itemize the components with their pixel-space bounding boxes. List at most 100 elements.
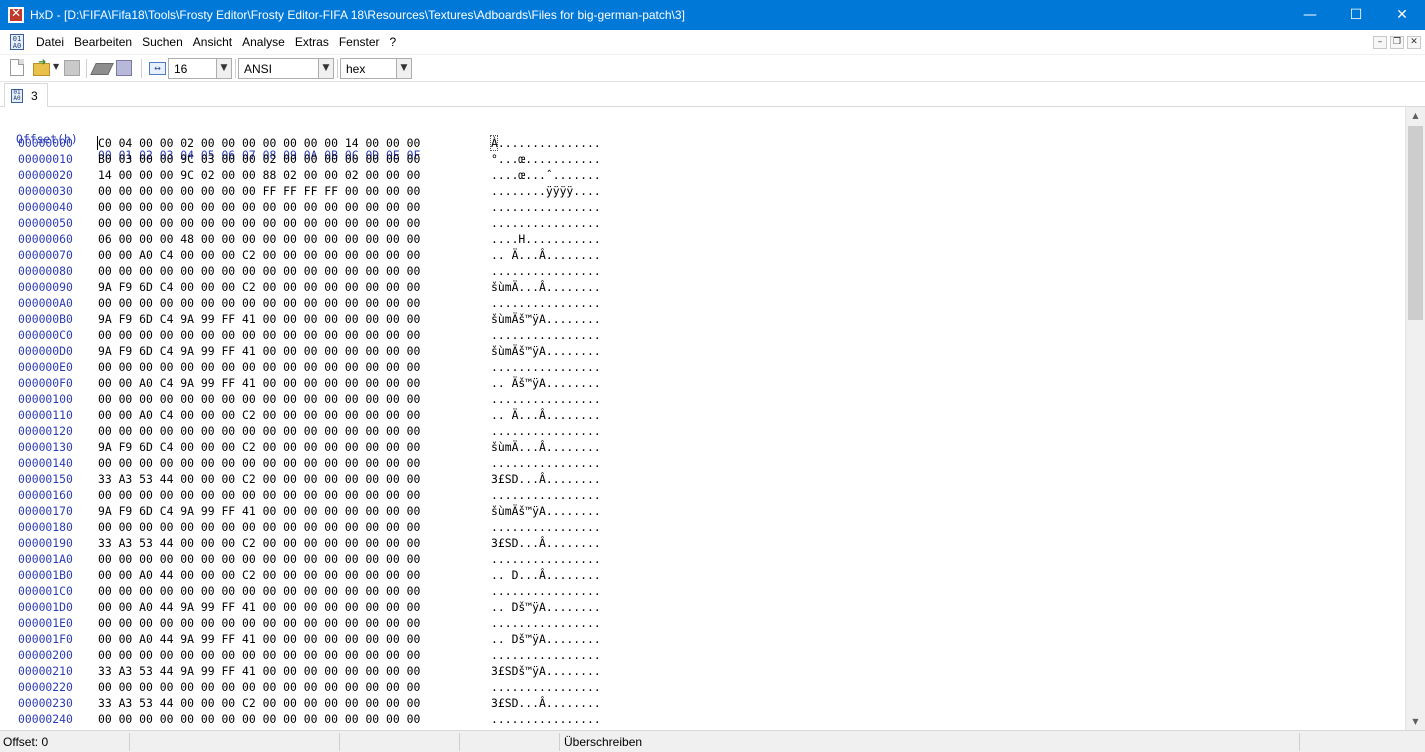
row-ascii-text[interactable]: 3£SD...Â........ [491, 695, 601, 711]
row-ascii-text[interactable]: ................ [491, 679, 601, 695]
row-ascii-text[interactable]: ................ [491, 615, 601, 631]
row-hex-bytes[interactable]: C0 04 00 00 02 00 00 00 00 00 00 00 14 0… [98, 135, 420, 151]
status-edit-mode[interactable]: Überschreiben [564, 734, 642, 751]
scrollbar-thumb[interactable] [1408, 126, 1423, 320]
chevron-down-icon[interactable]: ▼ [396, 59, 411, 78]
menu-bearbeiten[interactable]: Bearbeiten [69, 35, 137, 49]
row-ascii-text[interactable]: .. Dš™ÿA........ [491, 631, 601, 647]
row-hex-bytes[interactable]: 14 00 00 00 9C 02 00 00 88 02 00 00 02 0… [98, 167, 420, 183]
menu-suchen[interactable]: Suchen [137, 35, 188, 49]
menu-analyse[interactable]: Analyse [237, 35, 290, 49]
row-hex-bytes[interactable]: 00 00 00 00 00 00 00 00 00 00 00 00 00 0… [98, 551, 420, 567]
document-system-icon[interactable]: 01 A0 [10, 34, 24, 50]
row-hex-bytes[interactable]: 00 00 00 00 00 00 00 00 00 00 00 00 00 0… [98, 391, 420, 407]
row-ascii-text[interactable]: ....œ...ˆ....... [491, 167, 601, 183]
menu-ansicht[interactable]: Ansicht [188, 35, 237, 49]
row-ascii-text[interactable]: 3£SD...Â........ [491, 471, 601, 487]
row-hex-bytes[interactable]: 00 00 00 00 00 00 00 00 00 00 00 00 00 0… [98, 215, 420, 231]
row-ascii-text[interactable]: .. Dš™ÿA........ [491, 599, 601, 615]
row-ascii-text[interactable]: .. Ä...Â........ [491, 407, 601, 423]
row-hex-bytes[interactable]: 00 00 A0 C4 00 00 00 C2 00 00 00 00 00 0… [98, 247, 420, 263]
row-hex-bytes[interactable]: 00 00 A0 44 9A 99 FF 41 00 00 00 00 00 0… [98, 631, 420, 647]
row-hex-bytes[interactable]: 00 00 00 00 00 00 00 00 00 00 00 00 00 0… [98, 487, 420, 503]
row-hex-bytes[interactable]: 33 A3 53 44 00 00 00 C2 00 00 00 00 00 0… [98, 695, 420, 711]
row-hex-bytes[interactable]: 00 00 00 00 00 00 00 00 00 00 00 00 00 0… [98, 295, 420, 311]
row-ascii-text[interactable]: ................ [491, 487, 601, 503]
hxd-app-icon[interactable] [8, 6, 24, 23]
row-ascii-text[interactable]: °...œ........... [491, 151, 601, 167]
row-hex-bytes[interactable]: 33 A3 53 44 00 00 00 C2 00 00 00 00 00 0… [98, 471, 420, 487]
row-ascii-text[interactable]: ................ [491, 423, 601, 439]
charset-select[interactable]: ANSI ▼ [238, 58, 334, 79]
row-ascii-text[interactable]: šùmÄš™ÿA........ [491, 343, 601, 359]
minimize-button[interactable]: — [1287, 0, 1333, 30]
row-hex-bytes[interactable]: B0 03 00 00 9C 03 00 00 02 00 00 00 00 0… [98, 151, 420, 167]
row-ascii-text[interactable]: ................ [491, 263, 601, 279]
row-ascii-text[interactable]: ................ [491, 551, 601, 567]
chevron-down-icon[interactable]: ▼ [318, 59, 333, 78]
row-hex-bytes[interactable]: 00 00 00 00 00 00 00 00 00 00 00 00 00 0… [98, 327, 420, 343]
row-hex-bytes[interactable]: 00 00 00 00 00 00 00 00 00 00 00 00 00 0… [98, 199, 420, 215]
row-ascii-text[interactable]: ................ [491, 391, 601, 407]
row-ascii-text[interactable]: ................ [491, 455, 601, 471]
row-hex-bytes[interactable]: 00 00 00 00 00 00 00 00 00 00 00 00 00 0… [98, 263, 420, 279]
scroll-down-icon[interactable]: ▼ [1406, 713, 1425, 730]
row-hex-bytes[interactable]: 00 00 00 00 00 00 00 00 00 00 00 00 00 0… [98, 359, 420, 375]
tab-file-3[interactable]: 01 A0 3 [4, 83, 48, 107]
row-ascii-text[interactable]: .. Äš™ÿA........ [491, 375, 601, 391]
menu-datei[interactable]: Datei [31, 35, 69, 49]
menu-extras[interactable]: Extras [290, 35, 334, 49]
row-ascii-text[interactable]: ................ [491, 519, 601, 535]
row-ascii-text[interactable]: À............... [491, 135, 601, 151]
row-hex-bytes[interactable]: 9A F9 6D C4 9A 99 FF 41 00 00 00 00 00 0… [98, 503, 420, 519]
save-icon[interactable] [64, 60, 80, 76]
row-hex-bytes[interactable]: 00 00 A0 44 00 00 00 C2 00 00 00 00 00 0… [98, 567, 420, 583]
row-ascii-text[interactable]: ................ [491, 199, 601, 215]
open-ram-icon[interactable] [116, 60, 132, 76]
row-ascii-text[interactable]: ........ÿÿÿÿ.... [491, 183, 601, 199]
row-ascii-text[interactable]: šùmÄ...Â........ [491, 279, 601, 295]
open-disk-icon[interactable] [90, 63, 114, 75]
row-ascii-text[interactable]: šùmÄš™ÿA........ [491, 503, 601, 519]
row-hex-bytes[interactable]: 00 00 00 00 00 00 00 00 00 00 00 00 00 0… [98, 679, 420, 695]
row-ascii-text[interactable]: ................ [491, 215, 601, 231]
new-file-icon[interactable] [10, 59, 24, 76]
row-ascii-text[interactable]: .. D...Â........ [491, 567, 601, 583]
menu-help[interactable]: ? [385, 35, 402, 49]
hex-editor-view[interactable]: Offset(h) 00 01 02 03 04 05 06 07 08 09 … [0, 107, 1405, 730]
row-ascii-text[interactable]: ................ [491, 295, 601, 311]
row-ascii-text[interactable]: 3£SDš™ÿA........ [491, 663, 601, 679]
row-hex-bytes[interactable]: 9A F9 6D C4 00 00 00 C2 00 00 00 00 00 0… [98, 439, 420, 455]
row-ascii-text[interactable]: ................ [491, 359, 601, 375]
row-hex-bytes[interactable]: 00 00 00 00 00 00 00 00 00 00 00 00 00 0… [98, 583, 420, 599]
row-hex-bytes[interactable]: 00 00 A0 C4 9A 99 FF 41 00 00 00 00 00 0… [98, 375, 420, 391]
row-ascii-text[interactable]: ................ [491, 583, 601, 599]
row-hex-bytes[interactable]: 00 00 00 00 00 00 00 00 00 00 00 00 00 0… [98, 423, 420, 439]
row-hex-bytes[interactable]: 00 00 00 00 00 00 00 00 00 00 00 00 00 0… [98, 455, 420, 471]
row-hex-bytes[interactable]: 9A F9 6D C4 9A 99 FF 41 00 00 00 00 00 0… [98, 343, 420, 359]
row-hex-bytes[interactable]: 06 00 00 00 48 00 00 00 00 00 00 00 00 0… [98, 231, 420, 247]
row-hex-bytes[interactable]: 00 00 00 00 00 00 00 00 00 00 00 00 00 0… [98, 711, 420, 727]
row-hex-bytes[interactable]: 00 00 00 00 00 00 00 00 FF FF FF FF 00 0… [98, 183, 420, 199]
bytes-per-row-select[interactable]: 16 ▼ [168, 58, 232, 79]
row-ascii-text[interactable]: 3£SD...Â........ [491, 535, 601, 551]
row-hex-bytes[interactable]: 00 00 A0 C4 00 00 00 C2 00 00 00 00 00 0… [98, 407, 420, 423]
row-ascii-text[interactable]: .. Ä...Â........ [491, 247, 601, 263]
open-dropdown-icon[interactable]: ▼ [53, 62, 59, 71]
chevron-down-icon[interactable]: ▼ [216, 59, 231, 78]
mdi-close-button[interactable]: ✕ [1407, 36, 1421, 49]
row-hex-bytes[interactable]: 33 A3 53 44 00 00 00 C2 00 00 00 00 00 0… [98, 535, 420, 551]
row-hex-bytes[interactable]: 00 00 00 00 00 00 00 00 00 00 00 00 00 0… [98, 647, 420, 663]
vertical-scrollbar[interactable]: ▲ ▼ [1405, 107, 1425, 730]
row-ascii-text[interactable]: šùmÄš™ÿA........ [491, 311, 601, 327]
menu-fenster[interactable]: Fenster [334, 35, 385, 49]
scroll-up-icon[interactable]: ▲ [1406, 107, 1425, 124]
mdi-minimize-button[interactable]: – [1373, 36, 1387, 49]
row-hex-bytes[interactable]: 00 00 00 00 00 00 00 00 00 00 00 00 00 0… [98, 615, 420, 631]
row-ascii-text[interactable]: ................ [491, 327, 601, 343]
offset-base-select[interactable]: hex ▼ [340, 58, 412, 79]
row-hex-bytes[interactable]: 9A F9 6D C4 9A 99 FF 41 00 00 00 00 00 0… [98, 311, 420, 327]
row-hex-bytes[interactable]: 00 00 00 00 00 00 00 00 00 00 00 00 00 0… [98, 519, 420, 535]
row-hex-bytes[interactable]: 33 A3 53 44 9A 99 FF 41 00 00 00 00 00 0… [98, 663, 420, 679]
row-hex-bytes[interactable]: 00 00 A0 44 9A 99 FF 41 00 00 00 00 00 0… [98, 599, 420, 615]
